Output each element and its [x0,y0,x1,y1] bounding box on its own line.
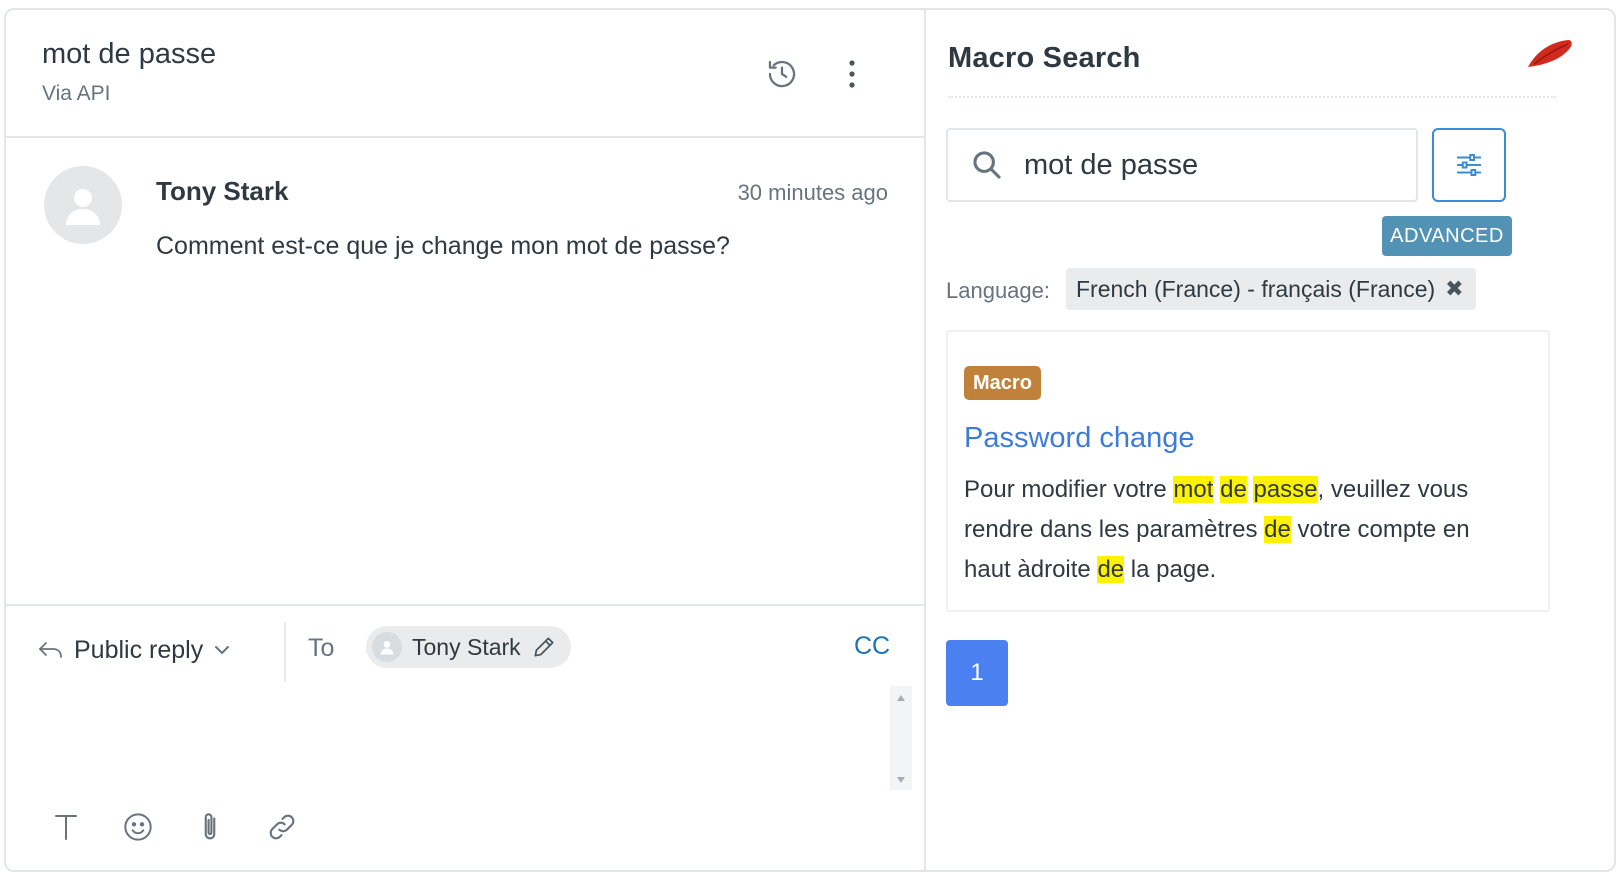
close-icon[interactable]: ✖ [1445,276,1463,302]
highlighted-term: de [1264,516,1291,543]
history-icon[interactable] [762,54,802,94]
ticket-message: Tony Stark 30 minutes ago Comment est-ce… [6,140,924,604]
emoji-icon[interactable] [118,807,158,847]
scroll-up-icon[interactable] [890,690,912,706]
result-type-badge: Macro [964,366,1041,400]
pencil-icon[interactable] [531,634,557,660]
to-label: To [308,634,335,662]
highlighted-term: de [1220,476,1247,503]
reply-type-dropdown[interactable]: Public reply [38,628,231,672]
reply-arrow-icon [39,642,62,658]
language-filter-tag: French (France) - français (France) ✖ [1066,268,1476,310]
app-frame: mot de passe Via API Tony Stark 30 minut… [4,8,1616,872]
highlighted-term: mot [1173,476,1214,503]
advanced-search-button[interactable]: ADVANCED [1382,216,1512,256]
avatar [44,166,122,244]
link-icon[interactable] [262,807,302,847]
text-format-icon[interactable] [46,807,86,847]
scroll-down-icon[interactable] [890,772,912,788]
composer-toolbar [46,802,302,852]
message-timestamp: 30 minutes ago [737,180,888,205]
ticket-panel: mot de passe Via API Tony Stark 30 minut… [6,10,926,870]
message-author: Tony Stark [156,176,289,206]
highlighted-term: de [1097,556,1125,583]
cc-link[interactable]: CC [854,632,890,661]
search-input[interactable] [1022,147,1402,183]
snippet-text: la page. [1124,556,1217,583]
highlighted-term: passe [1253,476,1318,503]
sliders-icon [1456,154,1482,176]
divider [948,96,1556,98]
result-title-link[interactable]: Password change [964,422,1195,455]
search-icon [970,148,1010,182]
filter-settings-button[interactable] [1432,128,1506,202]
chevron-down-icon [215,646,230,655]
message-body: Comment est-ce que je change mon mot de … [156,232,730,260]
editor-scrollbar[interactable] [890,686,912,790]
macro-result-card[interactable]: Macro Password change Pour modifier votr… [946,330,1550,612]
ticket-header: mot de passe Via API [6,10,924,138]
ticket-channel: Via API [42,82,111,105]
user-icon [372,632,402,662]
reply-composer: Public reply To Tony Stark CC [6,604,924,870]
attachment-icon[interactable] [190,807,230,847]
recipient-chip[interactable]: Tony Stark [366,626,571,668]
panel-title: Macro Search [948,42,1141,74]
app-logo [1524,34,1574,74]
more-options-icon[interactable] [832,54,872,94]
ticket-subject: mot de passe [42,38,217,70]
language-value: French (France) - français (France) [1076,275,1436,302]
macro-search-panel: Macro Search mot de passe ADVANCED Langu… [928,10,1614,870]
user-icon [66,189,100,225]
reply-editor[interactable] [38,690,878,800]
snippet-text: Pour modifier votre [964,476,1174,503]
result-snippet: Pour modifier votre mot de passe, veuill… [964,470,1504,590]
pagination-page-button[interactable]: 1 [946,640,1008,706]
reply-type-label: Public reply [74,635,204,664]
language-label: Language: [946,278,1050,303]
macro-search-field[interactable] [946,128,1418,202]
divider [284,622,286,682]
recipient-name: Tony Stark [412,633,521,660]
